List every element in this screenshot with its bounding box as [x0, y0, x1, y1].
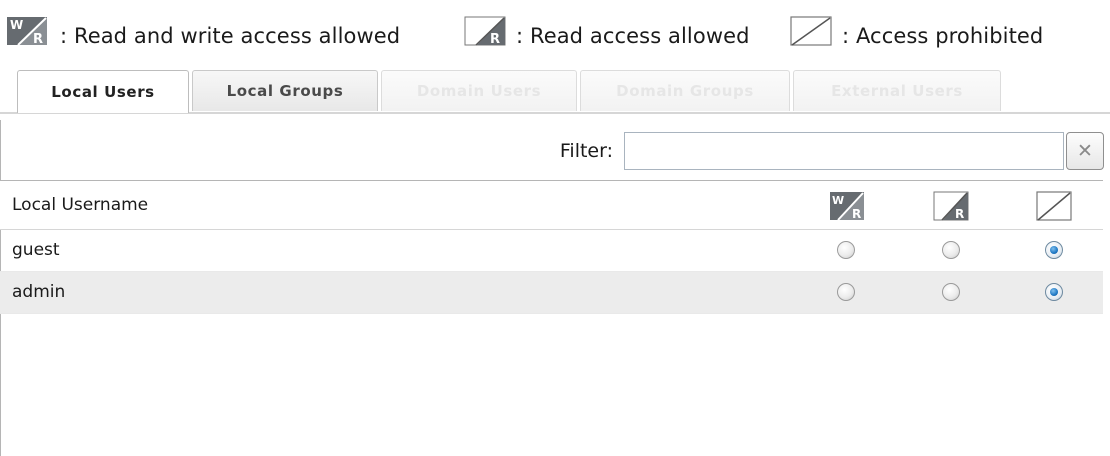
radio-read-write-guest[interactable]	[837, 241, 855, 259]
close-icon: ✕	[1077, 140, 1093, 162]
access-legend: W R : Read and write access allowed R : …	[0, 0, 1110, 60]
radio-read-only-guest[interactable]	[942, 241, 960, 259]
radio-prohibited-guest[interactable]	[1045, 241, 1063, 259]
read-only-icon: R	[464, 16, 506, 46]
radio-prohibited-admin[interactable]	[1045, 283, 1063, 301]
filter-input[interactable]	[624, 132, 1064, 170]
tab-domain-groups: Domain Groups	[580, 70, 790, 111]
svg-text:R: R	[955, 207, 964, 221]
grid-header: Local Username W R R	[0, 180, 1103, 230]
column-read-only-icon: R	[933, 191, 969, 221]
tab-bar: Local Users Local Groups Domain Users Do…	[12, 70, 1108, 113]
users-panel: Filter: ✕ Local Username W R R guest adm…	[0, 112, 1110, 456]
column-access-prohibited-icon	[1036, 191, 1072, 221]
svg-text:R: R	[852, 207, 861, 221]
svg-text:W: W	[832, 194, 844, 207]
tab-local-users[interactable]: Local Users	[17, 70, 189, 113]
username-cell: guest	[12, 240, 60, 260]
column-header-username: Local Username	[12, 195, 149, 215]
tab-domain-users: Domain Users	[381, 70, 577, 111]
filter-label: Filter:	[559, 140, 613, 162]
svg-text:R: R	[490, 32, 500, 46]
svg-text:W: W	[10, 18, 23, 32]
tab-local-groups[interactable]: Local Groups	[192, 70, 378, 111]
legend-text-read-write: : Read and write access allowed	[60, 24, 401, 48]
username-cell: admin	[12, 282, 66, 302]
users-grid: Local Username W R R guest admin	[0, 180, 1103, 314]
table-row-guest: guest	[0, 230, 1103, 272]
radio-read-write-admin[interactable]	[837, 283, 855, 301]
column-read-write-icon: W R	[830, 192, 864, 221]
tab-external-users: External Users	[793, 70, 1001, 111]
legend-text-read-only: : Read access allowed	[516, 24, 750, 48]
access-prohibited-icon	[790, 16, 832, 46]
read-write-icon: W R	[7, 17, 47, 46]
clear-filter-button[interactable]: ✕	[1066, 132, 1104, 170]
legend-text-access-prohibited: : Access prohibited	[842, 24, 1044, 48]
table-row-admin: admin	[0, 272, 1103, 314]
svg-text:R: R	[33, 32, 43, 46]
filter-row: Filter: ✕	[0, 126, 1110, 182]
radio-read-only-admin[interactable]	[942, 283, 960, 301]
